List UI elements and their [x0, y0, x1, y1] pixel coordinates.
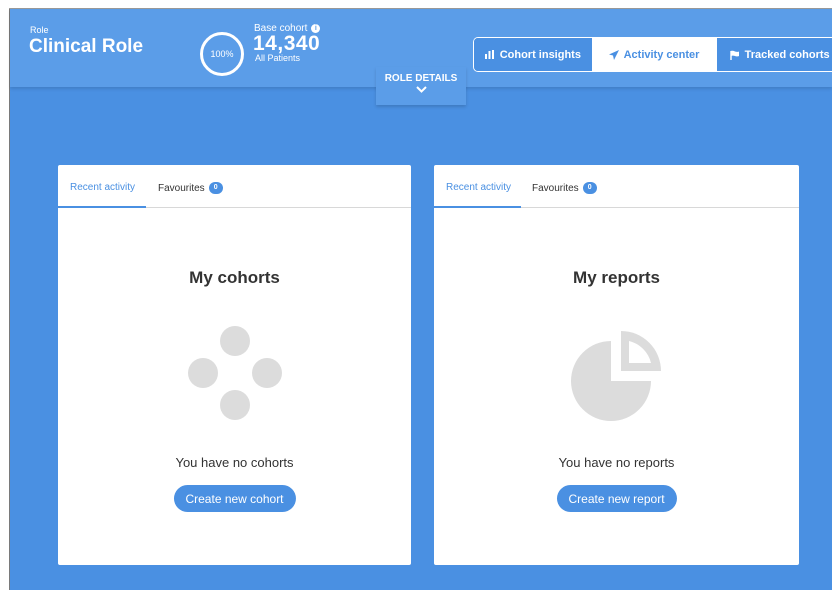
role-label: Role [30, 25, 49, 35]
pie-chart-icon [570, 331, 661, 421]
cohorts-placeholder-icon [187, 326, 282, 420]
create-new-cohort-button[interactable]: Create new cohort [173, 485, 296, 512]
role-details-toggle[interactable]: ROLE DETAILS [376, 67, 466, 105]
my-reports-title: My reports [573, 268, 660, 287]
tab-recent-activity-label: Recent activity [70, 182, 136, 193]
tracked-cohorts-label: Tracked cohorts [744, 48, 830, 61]
activity-center-button[interactable]: Activity center [591, 38, 717, 71]
tab-favourites-label: Favourites [532, 182, 579, 194]
role-name: Clinical Role [29, 36, 144, 57]
paper-plane-icon [608, 49, 619, 60]
favourites-count-badge: 0 [582, 182, 597, 194]
window-edge-left [9, 8, 10, 590]
my-cohorts-title: My cohorts [189, 268, 280, 287]
active-tab-indicator [434, 206, 521, 208]
view-switcher: Cohort insights Activity center Tracked … [473, 37, 832, 72]
flag-icon [729, 50, 739, 60]
bar-chart-icon [484, 50, 494, 59]
tab-recent-activity[interactable]: Recent activity [70, 182, 135, 193]
no-reports-message: You have no reports [558, 455, 675, 470]
tab-favourites-label: Favourites [158, 182, 205, 194]
cohort-percent-value: 100% [210, 49, 234, 59]
cohort-insights-label: Cohort insights [499, 48, 581, 61]
my-reports-card: Recent activity Favourites 0 My reports … [434, 165, 799, 565]
tab-recent-activity-label: Recent activity [446, 182, 512, 193]
chevron-down-icon [415, 86, 427, 93]
my-cohorts-card: Recent activity Favourites 0 My cohorts … [58, 165, 411, 565]
favourites-count-badge: 0 [208, 182, 223, 194]
create-new-report-button[interactable]: Create new report [556, 485, 677, 512]
tab-recent-activity[interactable]: Recent activity [446, 182, 511, 193]
no-cohorts-message: You have no cohorts [175, 455, 294, 470]
cohorts-tab-bar: Recent activity Favourites 0 [58, 165, 411, 208]
tracked-cohorts-button[interactable]: Tracked cohorts [716, 38, 832, 71]
active-tab-indicator [58, 206, 146, 208]
reports-tab-bar: Recent activity Favourites 0 [434, 165, 799, 208]
activity-center-label: Activity center [623, 48, 700, 61]
base-cohort-subtitle: All Patients [255, 53, 301, 63]
tab-favourites[interactable]: Favourites 0 [532, 182, 597, 194]
tab-favourites[interactable]: Favourites 0 [158, 182, 223, 194]
cohort-insights-button[interactable]: Cohort insights [474, 38, 592, 71]
cohort-percent-ring: 100% [200, 32, 244, 76]
role-details-label: ROLE DETAILS [384, 73, 458, 84]
